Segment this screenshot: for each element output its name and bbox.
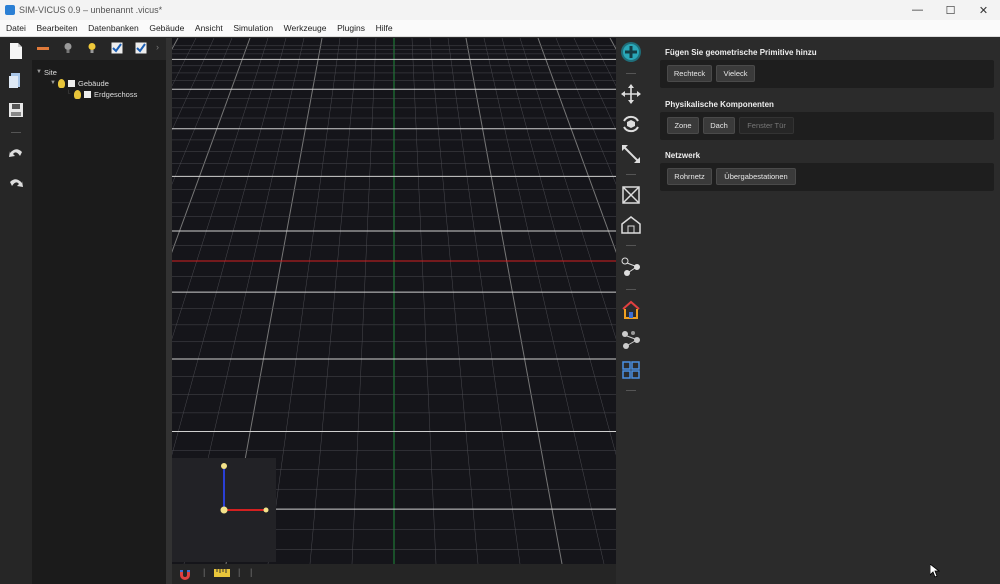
primitives-group: Rechteck Vieleck xyxy=(660,60,994,88)
grid-line xyxy=(537,38,616,254)
toolbar-separator xyxy=(626,390,636,391)
grid-line xyxy=(351,38,377,564)
window-controls: — ☐ ✕ xyxy=(901,0,1000,20)
grid-line xyxy=(267,38,341,564)
window-door-button[interactable]: Fenster Tür xyxy=(739,117,794,134)
color-building-icon[interactable] xyxy=(620,299,642,321)
redo-icon[interactable] xyxy=(7,174,25,192)
window-title: SIM-VICUS 0.9 – unbenannt .vicus* xyxy=(19,5,163,15)
grid-line xyxy=(447,38,521,564)
check-selected-icon[interactable] xyxy=(135,42,147,54)
menu-bearbeiten[interactable]: Bearbeiten xyxy=(36,23,77,33)
toolbar-separator xyxy=(626,73,636,74)
snap-magnet-icon[interactable] xyxy=(178,567,192,581)
site-grid-icon[interactable] xyxy=(620,359,642,381)
bulb-on-icon[interactable] xyxy=(86,42,98,54)
visibility-checkbox[interactable] xyxy=(68,79,75,87)
physical-group-title: Physikalische Komponenten xyxy=(665,100,774,109)
color-network-icon[interactable] xyxy=(620,329,642,351)
expand-arrow-icon[interactable]: ▼ xyxy=(36,69,44,75)
axis-gizmo xyxy=(172,458,276,562)
tree-item-label: Site xyxy=(44,67,57,77)
menu-plugins[interactable]: Plugins xyxy=(337,23,365,33)
menu-datenbanken[interactable]: Datenbanken xyxy=(88,23,139,33)
translate-icon[interactable] xyxy=(620,83,642,105)
physical-group: Zone Dach Fenster Tür xyxy=(660,112,994,140)
expand-arrow-icon[interactable]: ▼ xyxy=(50,80,58,86)
origin-handle xyxy=(220,506,228,514)
x-axis-handle xyxy=(263,507,269,513)
menu-simulation[interactable]: Simulation xyxy=(233,23,273,33)
add-geometry-icon[interactable] xyxy=(620,41,642,63)
y-axis-handle xyxy=(221,463,227,469)
toolbar-separator xyxy=(626,174,636,175)
app-icon xyxy=(5,5,15,15)
menu-bar: Datei Bearbeiten Datenbanken Gebäude Ans… xyxy=(0,20,1000,37)
scene-3d-view[interactable] xyxy=(172,38,616,564)
tree-toolbar: › xyxy=(32,38,166,60)
navigation-tree-panel: › ▼ Site ▼ Gebäude └ Erdgeschoss xyxy=(32,38,166,584)
mouse-cursor-icon xyxy=(930,564,940,578)
menu-datei[interactable]: Datei xyxy=(6,23,26,33)
new-file-icon[interactable] xyxy=(7,42,25,60)
bulb-icon[interactable] xyxy=(58,78,65,88)
grid-line xyxy=(429,38,479,564)
minimize-button[interactable]: — xyxy=(901,0,934,20)
panel-gap xyxy=(646,38,660,584)
check-all-icon[interactable] xyxy=(111,42,123,54)
undo-icon[interactable] xyxy=(7,144,25,162)
geometry-toolbar xyxy=(616,38,646,584)
polygon-button[interactable]: Vieleck xyxy=(716,65,755,82)
close-button[interactable]: ✕ xyxy=(967,0,1000,20)
menu-werkzeuge[interactable]: Werkzeuge xyxy=(284,23,327,33)
scale-icon[interactable] xyxy=(620,143,642,165)
deselect-icon[interactable] xyxy=(620,184,642,206)
remove-icon[interactable] xyxy=(37,42,49,54)
toolbar-separator xyxy=(11,132,21,133)
network-group-title: Netzwerk xyxy=(665,151,701,160)
rectangle-button[interactable]: Rechteck xyxy=(667,65,712,82)
geometry-edit-panel: Fügen Sie geometrische Primitive hinzu R… xyxy=(660,38,994,584)
measure-ruler-icon[interactable] xyxy=(214,567,230,579)
title-bar: SIM-VICUS 0.9 – unbenannt .vicus* — ☐ ✕ xyxy=(0,0,1000,20)
roof-button[interactable]: Dach xyxy=(703,117,735,134)
building-icon[interactable] xyxy=(620,214,642,236)
grid-line xyxy=(573,38,616,131)
menu-ansicht[interactable]: Ansicht xyxy=(195,23,223,33)
network-icon[interactable] xyxy=(620,256,642,278)
tree-item-label: Erdgeschoss xyxy=(94,89,138,99)
grid-line xyxy=(411,38,437,564)
substations-button[interactable]: Übergabestationen xyxy=(716,168,796,185)
status-separator: | xyxy=(203,567,206,577)
bulb-off-icon[interactable] xyxy=(62,42,74,54)
tree-item-label: Gebäude xyxy=(78,78,109,88)
grid-line xyxy=(465,38,563,564)
pipe-network-button[interactable]: Rohrnetz xyxy=(667,168,712,185)
main-toolbar xyxy=(0,38,32,584)
toolbar-separator xyxy=(626,245,636,246)
network-group: Rohrnetz Übergabestationen xyxy=(660,163,994,191)
grid-line xyxy=(309,38,359,564)
maximize-button[interactable]: ☐ xyxy=(934,0,967,20)
zone-button[interactable]: Zone xyxy=(667,117,699,134)
status-separator: | xyxy=(238,567,241,577)
grid-line xyxy=(501,38,616,456)
menu-hilfe[interactable]: Hilfe xyxy=(376,23,393,33)
toolbar-separator xyxy=(626,289,636,290)
viewport-status-bar: | | | xyxy=(172,564,616,584)
menu-gebaeude[interactable]: Gebäude xyxy=(149,23,184,33)
status-separator: | xyxy=(250,567,253,577)
grid-line xyxy=(483,38,605,564)
open-file-icon[interactable] xyxy=(7,71,25,89)
save-icon[interactable] xyxy=(7,101,25,119)
bulb-icon[interactable] xyxy=(74,89,81,99)
grid-line xyxy=(519,38,616,340)
primitives-group-title: Fügen Sie geometrische Primitive hinzu xyxy=(665,48,817,57)
rotate-icon[interactable] xyxy=(620,113,642,135)
visibility-checkbox[interactable] xyxy=(84,90,91,98)
tree-branch-icon: └ xyxy=(66,91,71,97)
tree-item-storey[interactable]: └ Erdgeschoss xyxy=(66,88,137,100)
